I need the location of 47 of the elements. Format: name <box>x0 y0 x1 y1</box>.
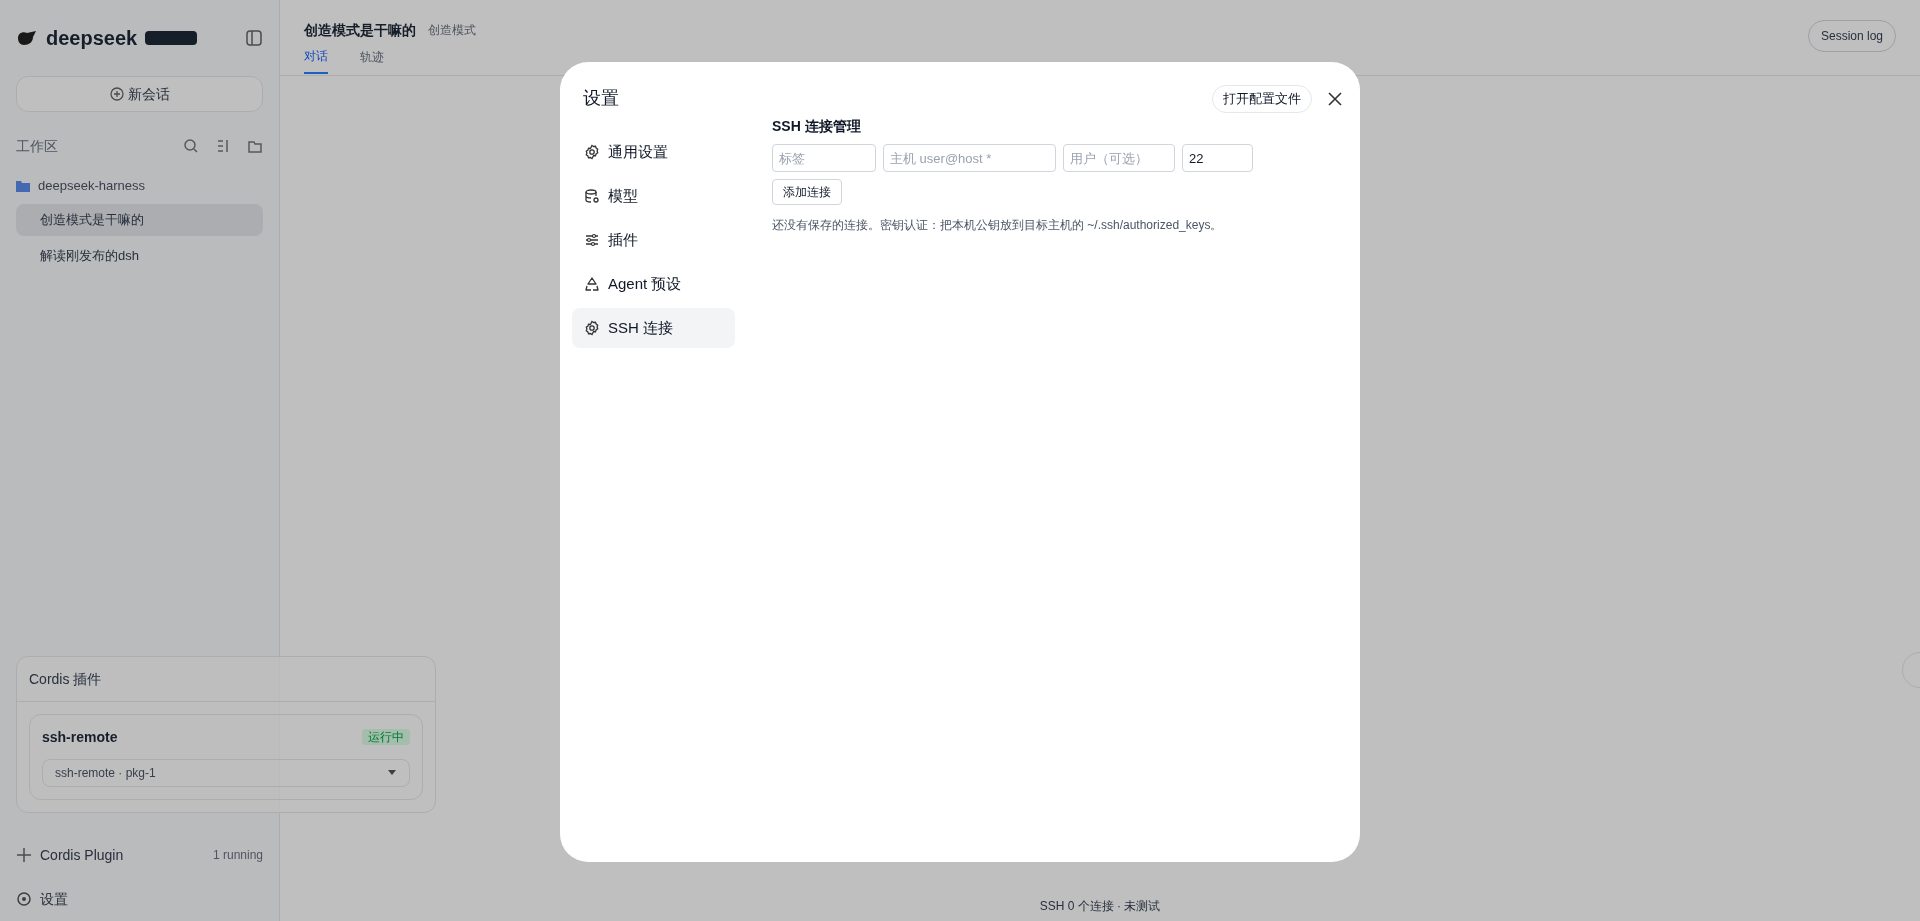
session-item[interactable]: 解读刚发布的dsh <box>16 239 263 272</box>
add-connection-button[interactable]: 添加连接 <box>772 179 842 205</box>
mode-label: 创造模式 <box>428 22 476 38</box>
gear-icon <box>584 144 600 160</box>
sort-icon[interactable] <box>215 138 231 154</box>
settings-nav-item[interactable]: 模型 <box>572 176 735 216</box>
settings-nav-item[interactable]: Agent 预设 <box>572 264 735 304</box>
settings-nav-item[interactable]: 通用设置 <box>572 132 735 172</box>
project-name[interactable]: deepseek-harness <box>38 176 145 196</box>
hint-text: 还没有保存的连接。密钥认证：把本机公钥放到目标主机的 ~/.ssh/authorized_keys。 <box>772 217 1224 233</box>
section-title: SSH 连接管理 <box>772 117 862 136</box>
triangle-arrows-icon <box>584 276 600 292</box>
running-count: 1 running <box>212 847 263 863</box>
new-folder-icon[interactable] <box>247 138 263 154</box>
plugin-icon <box>16 847 32 863</box>
logo-badge <box>145 31 198 45</box>
plugin-name: ssh-remote <box>42 728 119 747</box>
package-select[interactable]: ssh-remote · pkg-1 <box>42 759 410 787</box>
tab[interactable]: 对话 <box>304 48 328 74</box>
database-icon <box>584 188 600 204</box>
plugin-label[interactable]: Cordis Plugin <box>40 845 205 865</box>
user-field[interactable]: 用户（可选） <box>1063 144 1175 172</box>
sidebar-toggle-icon[interactable] <box>245 29 263 47</box>
tab[interactable]: 轨迹 <box>360 48 384 74</box>
folder-icon <box>16 179 30 192</box>
session-item[interactable]: 创造模式是干嘛的 <box>16 203 263 236</box>
host-field[interactable]: 主机 user@host * <box>883 144 1056 172</box>
logo-text: deepseek <box>46 26 138 51</box>
settings-nav-item[interactable]: 插件 <box>572 220 735 260</box>
status-badge: 运行中 <box>362 729 410 745</box>
panel-title: Cordis 插件 <box>17 657 435 702</box>
dialog-title: 设置 <box>583 87 620 110</box>
settings-link[interactable]: 设置 <box>40 889 68 909</box>
sliders-icon <box>584 232 600 248</box>
workspace-label: 工作区 <box>16 137 59 156</box>
label-field[interactable]: 标签 <box>772 144 876 172</box>
new-chat-button[interactable]: 新会话 <box>16 76 263 112</box>
settings-icon <box>16 891 32 907</box>
search-icon[interactable] <box>183 138 199 154</box>
caret-icon <box>387 769 397 777</box>
settings-nav-item[interactable]: SSH 连接 <box>572 308 735 348</box>
status-text: SSH 0 个连接 · 未测试 <box>1039 898 1161 914</box>
close-icon[interactable] <box>1328 92 1342 106</box>
gear-icon <box>584 320 600 336</box>
chat-title: 创造模式是干嘛的 <box>304 21 416 40</box>
plus-circle-icon <box>109 87 124 101</box>
port-field[interactable]: 22 <box>1182 144 1253 172</box>
